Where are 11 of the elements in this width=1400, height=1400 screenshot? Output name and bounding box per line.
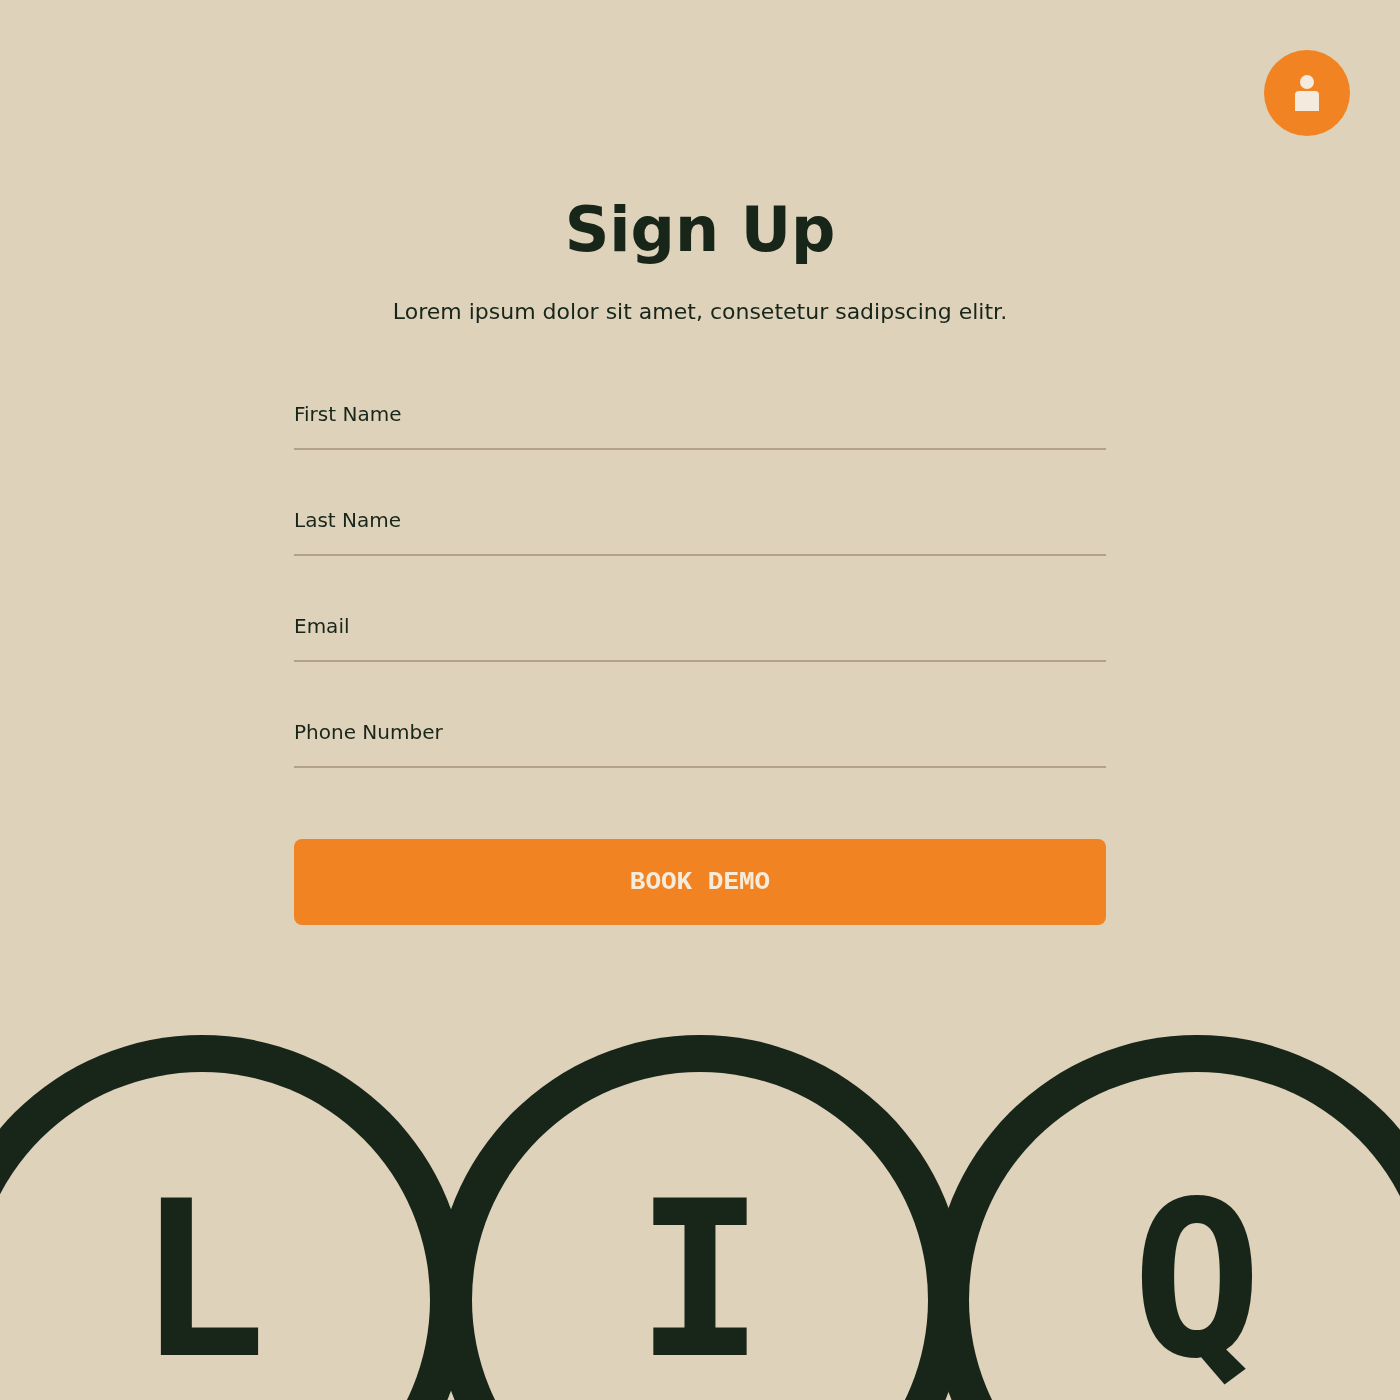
logo-letter: I [635, 1155, 765, 1400]
subtitle: Lorem ipsum dolor sit amet, consetetur sadipscing elitr. [392, 298, 1008, 326]
logo-letter: Q [1132, 1155, 1262, 1400]
person-icon [1295, 75, 1319, 111]
input-field[interactable]: First Name [294, 380, 1106, 450]
input-field[interactable]: Phone Number [294, 698, 1106, 768]
input-field[interactable]: Email [294, 592, 1106, 662]
submit-button[interactable]: BOOK DEMO [294, 839, 1106, 925]
input-field[interactable]: Last Name [294, 486, 1106, 556]
page-title: Sign Up [564, 192, 836, 268]
logo-letter: L [137, 1155, 267, 1400]
